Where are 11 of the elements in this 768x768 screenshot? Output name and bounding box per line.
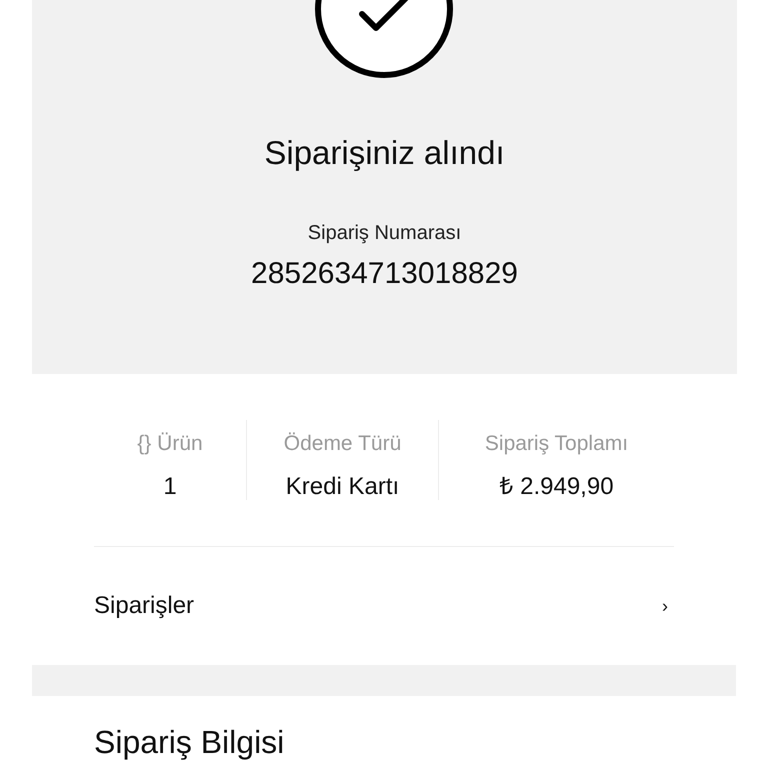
order-number-label: Sipariş Numarası bbox=[308, 221, 462, 246]
summary-label: {} Ürün bbox=[137, 431, 203, 457]
summary-value: ₺ 2.949,90 bbox=[499, 472, 614, 502]
orders-link[interactable]: Siparişler › bbox=[94, 547, 674, 665]
summary-label: Ödeme Türü bbox=[284, 431, 402, 457]
summary-value: 1 bbox=[163, 472, 177, 502]
summary-label: Sipariş Toplamı bbox=[484, 431, 628, 457]
section-title: Sipariş Bilgisi bbox=[94, 724, 286, 760]
confirmation-title: Siparişiniz alındı bbox=[264, 133, 505, 173]
summary-value: Kredi Kartı bbox=[286, 472, 400, 502]
order-number: 2852634713018829 bbox=[251, 256, 518, 292]
